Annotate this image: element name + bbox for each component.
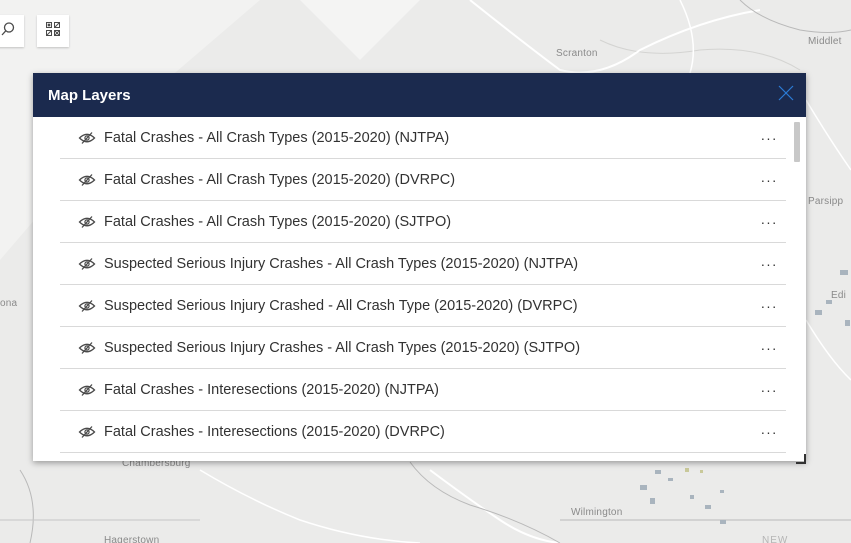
- map-label-new-jersey: NEW: [762, 535, 789, 543]
- layer-item: Suspected Serious Injury Crashed - All C…: [60, 285, 786, 327]
- layer-options-button[interactable]: ···: [754, 256, 784, 272]
- map-label-edison: Edi: [831, 290, 847, 301]
- eye-off-icon: [78, 425, 96, 438]
- layer-label: Fatal Crashes - All Crash Types (2015-20…: [104, 213, 452, 230]
- layer-item: Fatal Crashes - All Crash Types (2015-20…: [60, 117, 786, 159]
- eye-off-icon: [78, 215, 96, 228]
- visibility-toggle[interactable]: [78, 299, 96, 313]
- layer-label: Suspected Serious Injury Crashes - All C…: [104, 255, 579, 272]
- search-button[interactable]: [0, 15, 24, 47]
- eye-off-icon: [78, 383, 96, 396]
- layer-item: Fatal Crashes - Interesections (2015-202…: [60, 411, 786, 453]
- layer-options-button[interactable]: ···: [754, 340, 784, 356]
- close-icon: [778, 85, 794, 106]
- layer-label: Suspected Serious Injury Crashed - All C…: [104, 297, 578, 314]
- map-layers-panel: Map Layers Fatal Crashes - All Crash Typ…: [33, 73, 806, 464]
- qr-grid-icon: [45, 21, 61, 42]
- layer-options-button[interactable]: ···: [754, 298, 784, 314]
- layer-label: Fatal Crashes - Interesections (2015-202…: [104, 423, 445, 440]
- map-label-middletown: Middlet: [808, 36, 842, 47]
- visibility-toggle[interactable]: [78, 131, 96, 145]
- layer-list: Fatal Crashes - All Crash Types (2015-20…: [33, 117, 806, 453]
- close-button[interactable]: [766, 73, 806, 117]
- layer-list-container: Fatal Crashes - All Crash Types (2015-20…: [33, 117, 806, 461]
- layer-item: Suspected Serious Injury Crashes - All C…: [60, 243, 786, 285]
- map-label-scranton: Scranton: [556, 48, 598, 59]
- map-label-hagerstown: Hagerstown: [104, 535, 160, 543]
- layer-options-button[interactable]: ···: [754, 172, 784, 188]
- layer-label: Fatal Crashes - All Crash Types (2015-20…: [104, 129, 450, 146]
- visibility-toggle[interactable]: [78, 383, 96, 397]
- map-label-wilmington: Wilmington: [571, 507, 623, 518]
- map-label-ona: ona: [0, 298, 18, 309]
- visibility-toggle[interactable]: [78, 425, 96, 439]
- map-label-parsippany: Parsipp: [808, 196, 844, 207]
- resize-handle[interactable]: [796, 451, 806, 464]
- panel-header: Map Layers: [33, 73, 806, 117]
- eye-off-icon: [78, 131, 96, 144]
- panel-title: Map Layers: [48, 86, 131, 104]
- eye-off-icon: [78, 299, 96, 312]
- layer-list-button[interactable]: [37, 15, 69, 47]
- layer-label: Fatal Crashes - All Crash Types (2015-20…: [104, 171, 456, 188]
- layer-item: Fatal Crashes - All Crash Types (2015-20…: [60, 159, 786, 201]
- visibility-toggle[interactable]: [78, 215, 96, 229]
- eye-off-icon: [78, 173, 96, 186]
- search-icon: [0, 21, 16, 42]
- layer-options-button[interactable]: ···: [754, 424, 784, 440]
- scrollbar-thumb[interactable]: [794, 122, 800, 162]
- layer-options-button[interactable]: ···: [754, 130, 784, 146]
- eye-off-icon: [78, 341, 96, 354]
- layer-options-button[interactable]: ···: [754, 382, 784, 398]
- visibility-toggle[interactable]: [78, 257, 96, 271]
- layer-item: Fatal Crashes - All Crash Types (2015-20…: [60, 201, 786, 243]
- layer-label: Fatal Crashes - Interesections (2015-202…: [104, 381, 439, 398]
- eye-off-icon: [78, 257, 96, 270]
- visibility-toggle[interactable]: [78, 341, 96, 355]
- layer-options-button[interactable]: ···: [754, 214, 784, 230]
- layer-item: Suspected Serious Injury Crashes - All C…: [60, 327, 786, 369]
- layer-item: Fatal Crashes - Interesections (2015-202…: [60, 369, 786, 411]
- visibility-toggle[interactable]: [78, 173, 96, 187]
- layer-label: Suspected Serious Injury Crashes - All C…: [104, 339, 581, 356]
